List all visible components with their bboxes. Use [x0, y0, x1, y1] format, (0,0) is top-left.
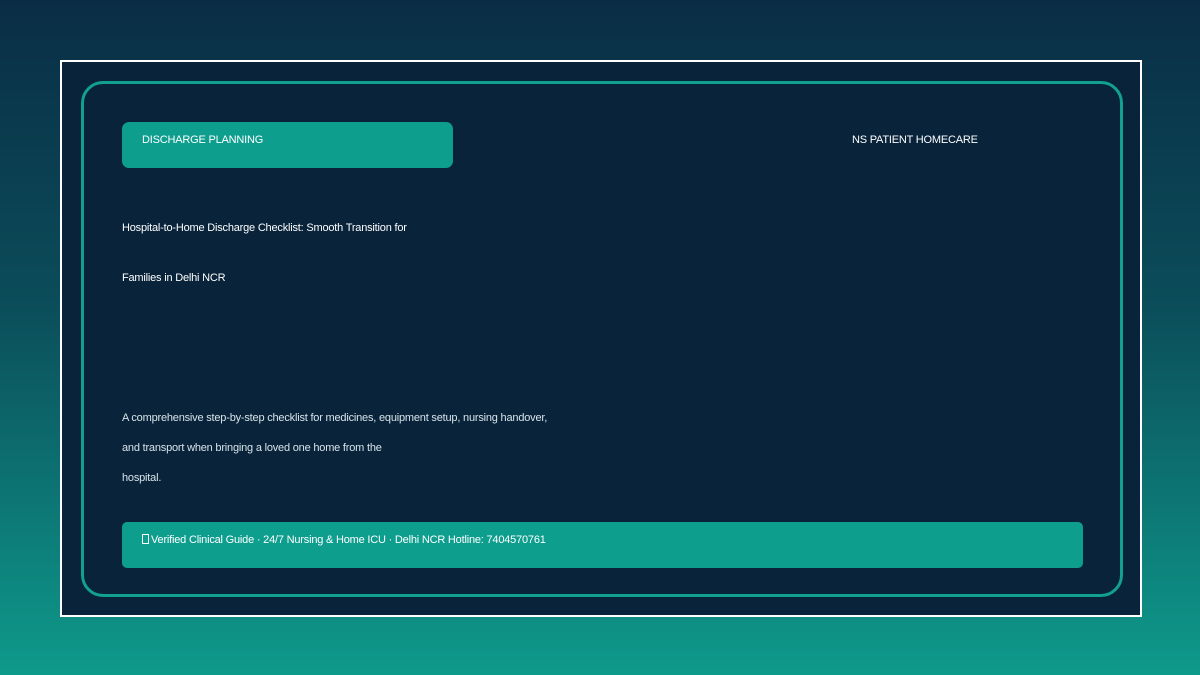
outer-frame: DISCHARGE PLANNING NS PATIENT HOMECARE H…: [60, 60, 1142, 617]
description-line-3: hospital.: [122, 472, 162, 484]
card: DISCHARGE PLANNING NS PATIENT HOMECARE H…: [81, 81, 1123, 597]
category-tag-label: DISCHARGE PLANNING: [142, 134, 264, 146]
description-line-1: A comprehensive step-by-step checklist f…: [122, 412, 548, 424]
footer-text: Verified Clinical Guide · 24/7 Nursing &…: [151, 534, 546, 546]
description-line-2: and transport when bringing a loved one …: [122, 442, 382, 454]
page-title-line-2: Families in Delhi NCR: [122, 272, 226, 284]
footer-content: Verified Clinical Guide · 24/7 Nursing &…: [142, 534, 546, 546]
category-tag: DISCHARGE PLANNING: [122, 122, 453, 168]
check-box-icon: [142, 534, 149, 544]
brand-name: NS PATIENT HOMECARE: [852, 134, 978, 146]
footer-bar: Verified Clinical Guide · 24/7 Nursing &…: [122, 522, 1083, 568]
page-title-line-1: Hospital-to-Home Discharge Checklist: Sm…: [122, 222, 407, 234]
